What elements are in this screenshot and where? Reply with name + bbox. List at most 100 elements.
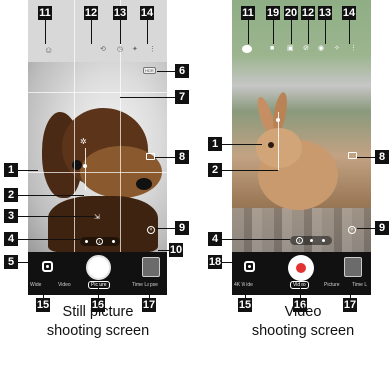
close-icon[interactable]: × bbox=[147, 226, 155, 234]
leader-line bbox=[120, 20, 121, 44]
leader-line bbox=[155, 157, 175, 158]
callout-1: 1 bbox=[4, 163, 18, 177]
callout-14-video: 14 bbox=[342, 6, 356, 20]
hdr-icon[interactable]: HDR bbox=[143, 67, 156, 74]
screen-size-icon[interactable] bbox=[348, 152, 357, 159]
close-icon[interactable]: × bbox=[348, 226, 356, 234]
callout-9: 9 bbox=[175, 221, 189, 235]
zoom-dot[interactable] bbox=[310, 239, 313, 242]
leader-line bbox=[300, 282, 301, 298]
callout-3: 3 bbox=[4, 209, 18, 223]
bunny-head bbox=[256, 128, 302, 168]
zoom-selected[interactable]: 1 bbox=[96, 238, 103, 245]
thumbnail-icon[interactable] bbox=[344, 257, 362, 277]
leader-line bbox=[308, 20, 309, 44]
zoom-dot[interactable] bbox=[112, 240, 115, 243]
google-lens-icon[interactable] bbox=[42, 261, 53, 272]
callout-18: 18 bbox=[208, 255, 222, 269]
leader-line bbox=[357, 157, 375, 158]
thumbnail-icon[interactable] bbox=[142, 257, 160, 277]
zoom-bar[interactable]: 1 bbox=[80, 237, 120, 246]
callout-14: 14 bbox=[140, 6, 154, 20]
callout-5: 5 bbox=[4, 255, 18, 269]
callout-10: 10 bbox=[169, 243, 183, 257]
mode-picture[interactable]: Picture bbox=[324, 282, 340, 288]
timer-icon[interactable]: ◷ bbox=[117, 46, 123, 53]
leader-line bbox=[147, 20, 148, 44]
callout-2: 2 bbox=[4, 188, 18, 202]
leader-line bbox=[18, 239, 80, 240]
leader-line bbox=[291, 20, 292, 44]
zoom-dot[interactable] bbox=[322, 239, 325, 242]
zoom-bar[interactable]: 1 bbox=[290, 236, 332, 245]
callout-20: 20 bbox=[284, 6, 298, 20]
callout-13-video: 13 bbox=[318, 6, 332, 20]
record-button[interactable] bbox=[288, 255, 314, 281]
leader-line bbox=[350, 278, 351, 298]
mode-wide[interactable]: Wide bbox=[30, 282, 41, 288]
more-icon[interactable]: ⋮ bbox=[149, 46, 156, 53]
leader-line bbox=[222, 144, 262, 145]
video-caption-line2: shooting screen bbox=[251, 323, 355, 339]
leader-line bbox=[18, 262, 38, 263]
leader-line bbox=[156, 228, 175, 229]
camera-switch-icon[interactable]: ⟲ bbox=[100, 46, 106, 53]
magic-icon[interactable]: ✦ bbox=[132, 46, 138, 53]
video-caption: Video shooting screen bbox=[243, 303, 363, 341]
screen-size-icon[interactable] bbox=[146, 153, 155, 160]
hdr-icon[interactable]: ◉ bbox=[318, 45, 324, 52]
leader-line bbox=[325, 20, 326, 44]
callout-4-video: 4 bbox=[208, 232, 222, 246]
leader-line bbox=[349, 20, 350, 44]
leader-line bbox=[43, 278, 44, 298]
smile-icon[interactable]: ☺ bbox=[44, 46, 53, 55]
leader-line bbox=[245, 278, 246, 298]
more-icon[interactable]: ⋮ bbox=[350, 45, 357, 52]
still-caption-line1: Still picture bbox=[62, 304, 134, 320]
grid-line bbox=[28, 92, 167, 93]
zoom-dot[interactable] bbox=[85, 240, 88, 243]
callout-11: 11 bbox=[38, 6, 52, 20]
leader-line bbox=[273, 20, 274, 44]
callout-9-video: 9 bbox=[375, 221, 389, 235]
video-camera-icon[interactable]: ■ bbox=[270, 45, 274, 52]
callout-7: 7 bbox=[175, 90, 189, 104]
magic-icon[interactable]: ✧ bbox=[334, 45, 340, 52]
callout-12-video: 12 bbox=[301, 6, 315, 20]
mode-4k-wide[interactable]: 4K Wide bbox=[234, 282, 253, 288]
leader-line bbox=[91, 20, 92, 44]
callout-6: 6 bbox=[175, 64, 189, 78]
leader-line bbox=[248, 20, 249, 44]
brightness-knob[interactable] bbox=[83, 164, 87, 168]
focus-icon: ✲ bbox=[80, 137, 87, 146]
callout-1-video: 1 bbox=[208, 137, 222, 151]
callout-8: 8 bbox=[175, 150, 189, 164]
callout-2-video: 2 bbox=[208, 163, 222, 177]
video-caption-line1: Video bbox=[284, 304, 322, 320]
callout-19: 19 bbox=[266, 6, 280, 20]
camera-switch-icon[interactable]: ▣ bbox=[287, 45, 294, 52]
leader-line bbox=[18, 170, 38, 171]
zoom-selected[interactable]: 1 bbox=[296, 237, 303, 244]
callout-11-video: 11 bbox=[241, 6, 255, 20]
timer-icon[interactable]: ⊘ bbox=[303, 45, 309, 52]
shutter-button[interactable] bbox=[86, 255, 111, 280]
callout-13: 13 bbox=[113, 6, 127, 20]
grid-line bbox=[28, 172, 167, 173]
still-caption: Still picture shooting screen bbox=[38, 303, 158, 341]
mode-time-lapse[interactable]: Time Lapse bbox=[132, 282, 158, 288]
callout-4: 4 bbox=[4, 232, 18, 246]
record-indicator-icon[interactable] bbox=[242, 45, 252, 53]
mode-video[interactable]: Video bbox=[58, 282, 71, 288]
leader-line bbox=[158, 250, 169, 251]
leader-line bbox=[357, 228, 375, 229]
still-picture-screen: ☺ ⟲ ◷ ✦ ⋮ HDR ✲ ⇲ × 1 Wide Video Picture… bbox=[28, 0, 167, 295]
brightness-knob[interactable] bbox=[276, 118, 280, 122]
leader-line bbox=[18, 195, 84, 196]
aspect-icon[interactable]: ⇲ bbox=[94, 214, 100, 221]
callout-12: 12 bbox=[84, 6, 98, 20]
mode-time-lapse[interactable]: Time L bbox=[352, 282, 367, 288]
brightness-slider[interactable] bbox=[85, 148, 86, 190]
google-lens-icon[interactable] bbox=[244, 261, 255, 272]
leader-line bbox=[120, 97, 175, 98]
